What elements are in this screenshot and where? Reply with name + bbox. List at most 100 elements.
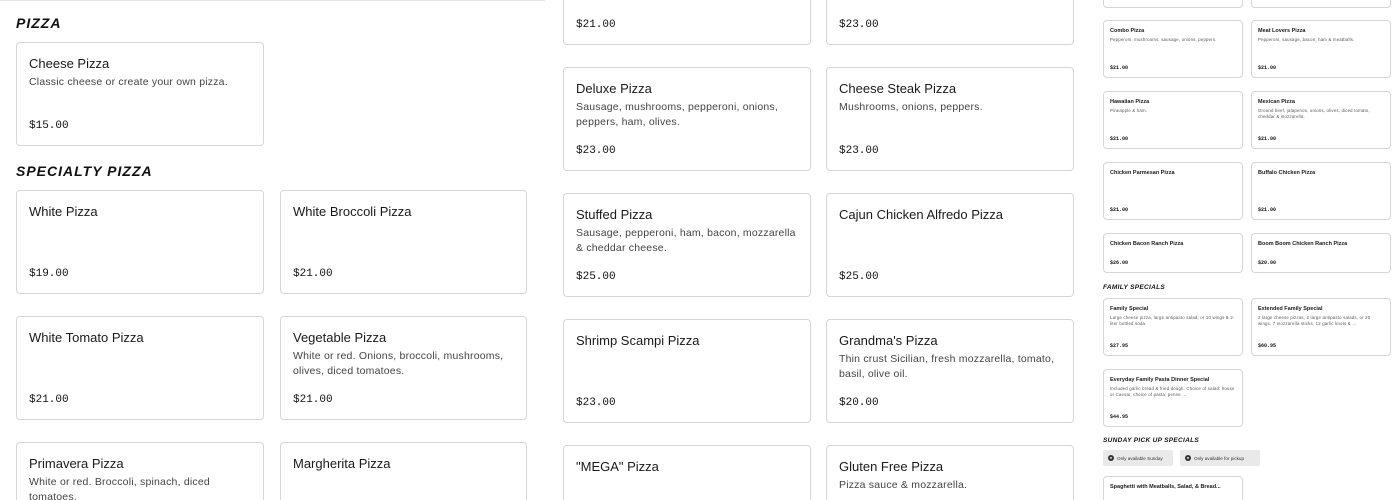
menu-item-card[interactable]: Cheese Steak Pizza Mushrooms, onions, pe…: [826, 67, 1074, 171]
menu-item-card[interactable]: Buffalo Chicken Pizza $21.00: [1251, 162, 1391, 220]
item-description: Ground beef, jalapenos, onions, olives, …: [1258, 108, 1370, 119]
item-name: White Broccoli Pizza: [293, 204, 412, 219]
item-price: $23.00: [839, 19, 879, 31]
menu-item-card[interactable]: Cajun Chicken Alfredo Pizza $25.00: [826, 193, 1074, 297]
item-price: $23.00: [576, 397, 616, 409]
item-description: Sausage, pepperoni, ham, bacon, mozzarel…: [576, 227, 796, 254]
menu-item-card[interactable]: Cheese Pizza Classic cheese or create yo…: [16, 42, 264, 146]
item-name: Primavera Pizza: [29, 456, 124, 471]
item-description: Large cheese pizza, large antipasto sala…: [1110, 315, 1235, 326]
item-price: $21.00: [1258, 136, 1277, 142]
item-name: Shrimp Scampi Pizza: [576, 333, 700, 348]
menu-item-card[interactable]: Vegetable Pizza White or red. Onions, br…: [280, 316, 527, 420]
badge-label: Only available Sunday: [1117, 455, 1163, 461]
menu-column-2: $21.00 $23.00 Deluxe Pizza Sausage, mush…: [548, 0, 1093, 500]
menu-item-card[interactable]: Extended Family Special 2 large cheese p…: [1251, 298, 1391, 356]
item-price: $15.00: [29, 120, 69, 132]
item-price: $20.00: [839, 397, 879, 409]
item-price: $21.00: [1258, 65, 1277, 71]
menu-item-card[interactable]: Grandma's Pizza Thin crust Sicilian, fre…: [826, 319, 1074, 423]
item-name: Deluxe Pizza: [576, 81, 652, 96]
item-price: $21.00: [1110, 136, 1129, 142]
item-price: $60.95: [1258, 343, 1277, 349]
item-description: Pizza sauce & mozzarella.: [839, 479, 968, 491]
item-price: $21.00: [576, 19, 616, 31]
menu-item-card[interactable]: Primavera Pizza White or red. Broccoli, …: [16, 442, 264, 500]
menu-item-card[interactable]: $21.00: [563, 0, 811, 45]
menu-item-card[interactable]: Everyday Family Pasta Dinner Special Inc…: [1103, 369, 1243, 427]
item-name: Gluten Free Pizza: [839, 459, 944, 474]
item-name: Buffalo Chicken Pizza: [1258, 170, 1316, 176]
menu-item-card[interactable]: [1251, 0, 1391, 8]
item-price: $25.00: [839, 271, 879, 283]
menu-item-card[interactable]: White Broccoli Pizza $21.00: [280, 190, 527, 294]
menu-item-card[interactable]: Chicken Bacon Ranch Pizza $26.00: [1103, 233, 1243, 273]
menu-item-card[interactable]: Meat Lovers Pizza Pepperoni, sausage, ba…: [1251, 20, 1391, 78]
section-title-specialty-pizza: specialty pizza: [16, 163, 153, 179]
item-name: White Tomato Pizza: [29, 330, 144, 345]
item-price: $23.00: [576, 145, 616, 157]
item-name: Cajun Chicken Alfredo Pizza: [839, 207, 1004, 222]
menu-item-card[interactable]: "MEGA" Pizza: [563, 445, 811, 500]
menu-item-card[interactable]: Margherita Pizza: [280, 442, 527, 500]
item-description: Pineapple & ham.: [1110, 108, 1148, 113]
menu-item-card[interactable]: Gluten Free Pizza Pizza sauce & mozzarel…: [826, 445, 1074, 500]
item-name: Margherita Pizza: [293, 456, 391, 471]
menu-item-card[interactable]: Hawaiian Pizza Pineapple & ham. $21.00: [1103, 91, 1243, 149]
item-name: "MEGA" Pizza: [576, 459, 659, 474]
section-title-family-specials: family specials: [1103, 284, 1166, 291]
item-description: Thin crust Sicilian, fresh mozzarella, t…: [839, 353, 1055, 380]
item-name: Grandma's Pizza: [839, 333, 938, 348]
menu-item-card[interactable]: Spaghetti with Meatballs, Salad, & Bread…: [1103, 476, 1243, 500]
item-description: Included garlic bread & fried dough. Cho…: [1110, 386, 1235, 397]
item-name: Vegetable Pizza: [293, 330, 387, 345]
section-title-pizza: pizza: [16, 15, 62, 31]
item-name: Extended Family Special: [1258, 306, 1323, 312]
item-name: Chicken Parmesan Pizza: [1110, 170, 1175, 176]
item-description: White or red. Broccoli, spinach, diced t…: [29, 476, 210, 500]
item-name: Everyday Family Pasta Dinner Special: [1110, 377, 1210, 383]
item-price: $21.00: [1258, 207, 1277, 213]
item-description: Classic cheese or create your own pizza.: [29, 76, 228, 88]
menu-item-card[interactable]: Combo Pizza Pepperoni, mushrooms, sausag…: [1103, 20, 1243, 78]
item-description: 2 large cheese pizzas, 2 large antipasto…: [1258, 315, 1371, 326]
item-name: Meat Lovers Pizza: [1258, 28, 1306, 34]
item-name: Stuffed Pizza: [576, 207, 653, 222]
item-name: Boom Boom Chicken Ranch Pizza: [1258, 241, 1348, 247]
item-price: $21.00: [293, 268, 333, 280]
item-price: $19.00: [29, 268, 69, 280]
item-description: White or red. Onions, broccoli, mushroom…: [293, 350, 504, 377]
item-price: $20.00: [1258, 260, 1277, 266]
menu-item-card[interactable]: Chicken Parmesan Pizza $21.00: [1103, 162, 1243, 220]
menu-item-card[interactable]: White Pizza $19.00: [16, 190, 264, 294]
clock-icon: ●: [1108, 455, 1114, 461]
item-price: $23.00: [839, 145, 879, 157]
item-name: Hawaiian Pizza: [1110, 99, 1150, 105]
item-name: Mexican Pizza: [1258, 99, 1295, 105]
menu-item-card[interactable]: Shrimp Scampi Pizza $23.00: [563, 319, 811, 423]
top-divider: [0, 0, 545, 1]
menu-item-card[interactable]: Stuffed Pizza Sausage, pepperoni, ham, b…: [563, 193, 811, 297]
item-description: Sausage, mushrooms, pepperoni, onions, p…: [576, 101, 778, 128]
item-price: $21.00: [293, 394, 333, 406]
pickup-only-badge: ● Only available for pickup: [1180, 450, 1260, 466]
item-price: $26.00: [1110, 260, 1129, 266]
menu-item-card[interactable]: Mexican Pizza Ground beef, jalapenos, on…: [1251, 91, 1391, 149]
item-description: Pepperoni, sausage, bacon, ham & meatbal…: [1258, 37, 1355, 42]
menu-item-card[interactable]: White Tomato Pizza $21.00: [16, 316, 264, 420]
item-name: Cheese Pizza: [29, 56, 110, 71]
item-name: Family Special: [1110, 306, 1149, 312]
item-price: $44.95: [1110, 414, 1129, 420]
menu-item-card[interactable]: Family Special Large cheese pizza, large…: [1103, 298, 1243, 356]
menu-item-card[interactable]: $23.00: [826, 0, 1074, 45]
item-name: Spaghetti with Meatballs, Salad, & Bread…: [1110, 484, 1221, 490]
item-price: $27.95: [1110, 343, 1129, 349]
item-name: Chicken Bacon Ranch Pizza: [1110, 241, 1184, 247]
item-description: Pepperoni, mushrooms, sausage, onions, p…: [1110, 37, 1217, 42]
menu-item-card[interactable]: [1103, 0, 1243, 8]
menu-column-1: pizza Cheese Pizza Classic cheese or cre…: [0, 0, 545, 500]
info-icon: ●: [1185, 455, 1191, 461]
item-price: $21.00: [1110, 207, 1129, 213]
menu-item-card[interactable]: Boom Boom Chicken Ranch Pizza $20.00: [1251, 233, 1391, 273]
menu-item-card[interactable]: Deluxe Pizza Sausage, mushrooms, peppero…: [563, 67, 811, 171]
